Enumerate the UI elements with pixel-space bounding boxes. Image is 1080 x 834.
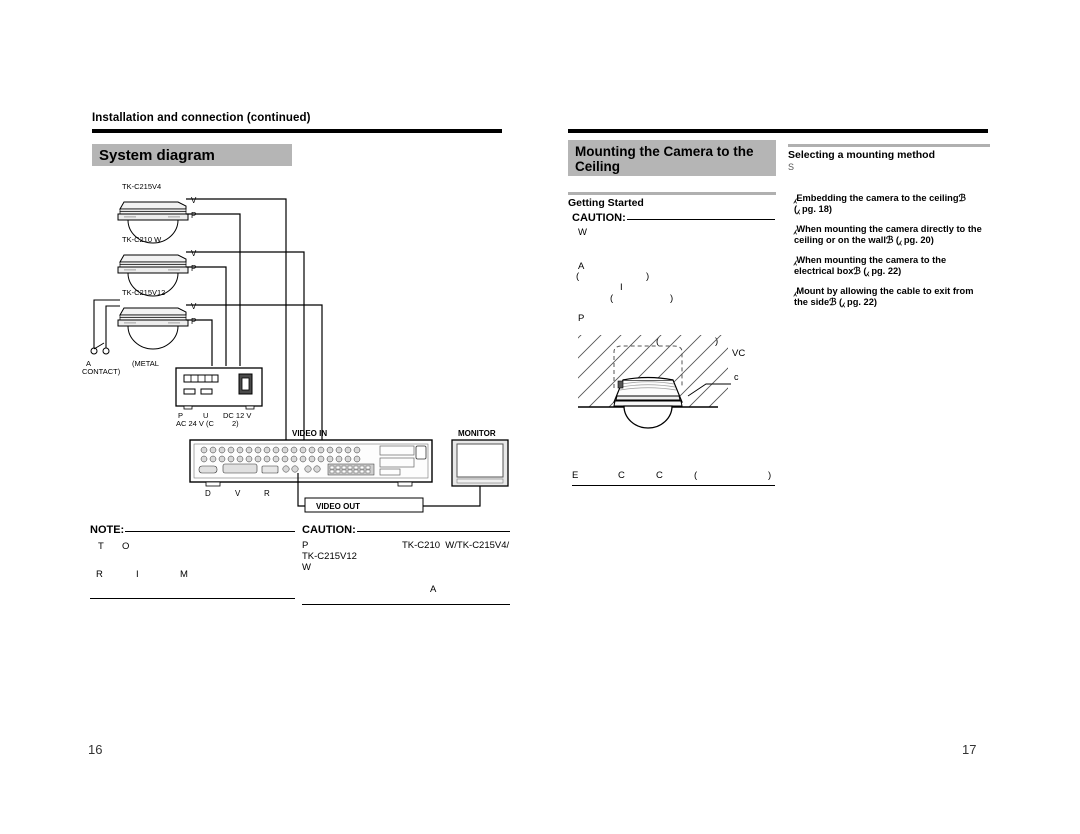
left-header-rule [92, 129, 502, 133]
method-item-embedding-line2: (⁁ pg. 18) [794, 204, 832, 214]
system-diagram-heading-band: System diagram [92, 144, 292, 166]
svg-text:P: P [191, 211, 196, 220]
ceiling-caption-5: ) [768, 470, 772, 481]
mounting-title-line2: Ceiling [575, 159, 621, 174]
getting-started-subhead: Getting Started [568, 192, 776, 209]
note-body: T O R I M [90, 536, 295, 598]
ceiling-caption-2: C [618, 470, 625, 481]
right-page: Mounting the Camera to the Ceiling Getti… [540, 0, 1080, 834]
svg-text:MONITOR: MONITOR [458, 429, 496, 438]
ceiling-caption-row: E C C ( ) [572, 470, 775, 483]
gs-caution-rule [626, 218, 775, 221]
svg-text:CONTACT): CONTACT) [82, 367, 121, 376]
caution-fragment-4: W [302, 562, 311, 573]
svg-text:P: P [191, 264, 196, 273]
method-item-electrical-box[interactable]: ⁁When mounting the camera to the electri… [794, 255, 990, 277]
svg-text:V: V [191, 196, 197, 205]
mounting-method-list: ⁁Embedding the camera to the ceilingℬ (⁁… [794, 193, 990, 317]
svg-text:V: V [235, 489, 241, 498]
svg-text:P: P [191, 317, 196, 326]
svg-text:2): 2) [232, 419, 239, 428]
method-item-electrical-line1: ⁁When mounting the camera to the [794, 255, 947, 265]
svg-text:TK-C215V4: TK-C215V4 [122, 182, 161, 191]
running-head: Installation and connection (continued) [92, 112, 311, 124]
mounting-title-line1: Mounting the Camera to the [575, 144, 754, 159]
method-item-direct-line1: ⁁When mounting the camera directly to th… [794, 224, 982, 234]
gs-fragment-1: W [578, 227, 587, 238]
svg-text:TK-C210 W: TK-C210 W [122, 235, 162, 244]
system-diagram-figure: TK-C215V4 V P TK-C210 W V P TK-C215V12 V… [80, 178, 520, 518]
svg-text:V: V [191, 302, 197, 311]
page-number-right: 17 [962, 742, 977, 757]
selecting-method-label: Selecting a mounting method [788, 149, 936, 161]
svg-text:(METAL: (METAL [132, 359, 159, 368]
method-item-direct-ceiling-wall[interactable]: ⁁When mounting the camera directly to th… [794, 224, 990, 246]
left-page: Installation and connection (continued) … [0, 0, 540, 834]
svg-text:R: R [264, 489, 270, 498]
svg-text:TK-C215V12: TK-C215V12 [122, 288, 165, 297]
gs-fragment-5: I [620, 282, 623, 293]
ceiling-caption-3: C [656, 470, 663, 481]
selecting-method-subhead: Selecting a mounting method S [788, 144, 990, 172]
gs-fragment-6: ( [610, 293, 614, 304]
caution-label: CAUTION: [302, 524, 356, 536]
getting-started-label: Getting Started [568, 197, 644, 209]
note-fragment-5: M [180, 569, 188, 580]
ceiling-mount-figure: c [566, 330, 776, 470]
ceiling-caption-rule [572, 485, 775, 486]
note-heading-row: NOTE: [90, 524, 295, 536]
selecting-method-bar [788, 144, 990, 147]
ceiling-caption-1: E [572, 470, 579, 481]
caution-block-getting-started: CAUTION: W A ( ) I ( ) P ( ) VC [572, 212, 775, 359]
note-fragment-4: I [136, 569, 139, 580]
note-label: NOTE: [90, 524, 125, 536]
gs-caution-label: CAUTION: [572, 212, 626, 224]
method-item-cable-side-exit[interactable]: ⁁Mount by allowing the cable to exit fro… [794, 286, 990, 308]
gs-fragment-4: ) [646, 271, 650, 282]
method-item-side-line1: ⁁Mount by allowing the cable to exit fro… [794, 286, 974, 296]
ceiling-figure-callout: c [734, 372, 739, 382]
note-footer-rule [90, 598, 295, 599]
note-fragment-2: O [122, 541, 130, 552]
note-block-left: NOTE: T O R I M [90, 524, 295, 599]
note-fragment-1: T [98, 541, 104, 552]
ceiling-figure-caption: E C C ( ) [572, 470, 775, 486]
method-item-electrical-line2: electrical boxℬ (⁁ pg. 22) [794, 266, 902, 276]
gs-caution-body: W A ( ) I ( ) P ( ) VC [572, 224, 775, 359]
right-header-rule [568, 129, 988, 133]
gs-fragment-8: P [578, 313, 585, 324]
page-number-left: 16 [88, 742, 103, 757]
note-rule [125, 530, 295, 533]
gs-fragment-3: ( [576, 271, 580, 282]
caution-rule [356, 530, 510, 533]
mounting-heading-band: Mounting the Camera to the Ceiling [568, 140, 776, 176]
ceiling-caption-4: ( [694, 470, 698, 481]
gs-caution-heading-row: CAUTION: [572, 212, 775, 224]
caution-fragment-5: A [430, 584, 437, 595]
svg-text:V: V [191, 249, 197, 258]
caution-heading-row: CAUTION: [302, 524, 510, 536]
system-diagram-title: System diagram [99, 146, 215, 164]
svg-text:VIDEO OUT: VIDEO OUT [316, 502, 360, 511]
method-item-embedding[interactable]: ⁁Embedding the camera to the ceilingℬ (⁁… [794, 193, 990, 215]
note-fragment-3: R [96, 569, 103, 580]
svg-text:D: D [205, 489, 211, 498]
svg-text:VIDEO IN: VIDEO IN [292, 429, 327, 438]
selecting-method-fragment: S [788, 162, 795, 172]
svg-text:AC 24 V (C: AC 24 V (C [176, 419, 215, 428]
caution-fragment-2: TK-C210 W/TK-C215V4/ [402, 540, 510, 551]
gs-fragment-7: ) [670, 293, 674, 304]
caution-footer-rule [302, 604, 510, 605]
caution-body: P TK-C210 W/TK-C215V4/ TK-C215V12 W A [302, 536, 510, 604]
method-item-direct-line2: ceiling or on the wallℬ (⁁ pg. 20) [794, 235, 934, 245]
getting-started-bar [568, 192, 776, 195]
caution-block-left: CAUTION: P TK-C210 W/TK-C215V4/ TK-C215V… [302, 524, 510, 605]
method-item-embedding-line1: ⁁Embedding the camera to the ceilingℬ [794, 193, 966, 203]
method-item-side-line2: the sideℬ (⁁ pg. 22) [794, 297, 877, 307]
